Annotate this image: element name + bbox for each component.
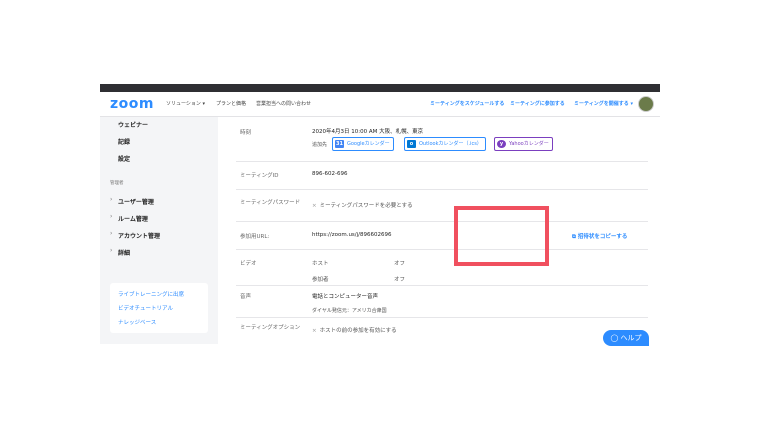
nav-join-meeting[interactable]: ミーティングに参加する: [510, 100, 565, 107]
admin-heading: 管理者: [110, 181, 124, 186]
video-participant-value: オフ: [394, 277, 406, 283]
help-links-box: ライブトレーニングに出席 ビデオチュートリアル ナレッジベース: [110, 283, 208, 333]
top-nav: zoom ソリューション ▾ プランと価格 営業担当への問い合わせ ミーティング…: [100, 92, 660, 117]
audio-value: 電話とコンピューター音声: [312, 294, 379, 300]
chat-bubble-icon: ◯: [610, 334, 621, 342]
link-knowledge-base[interactable]: ナレッジベース: [118, 318, 156, 326]
chevron-right-icon: ›: [110, 196, 113, 203]
password-label: ミーティングパスワード: [240, 200, 301, 206]
chevron-right-icon: ›: [110, 213, 113, 220]
join-url-value[interactable]: https://zoom.us/j/896602696: [312, 232, 392, 238]
sidebar-item-user-management[interactable]: ユーザー管理: [118, 197, 154, 206]
avatar[interactable]: [638, 96, 654, 112]
link-video-tutorials[interactable]: ビデオチュートリアル: [118, 304, 173, 312]
video-host-label: ホスト: [312, 261, 329, 267]
sidebar-item-account-management[interactable]: アカウント管理: [118, 231, 160, 240]
outlook-calendar-button[interactable]: o Outlookカレンダー（.ics）: [404, 137, 486, 151]
meeting-detail-panel: 時刻 2020年4月3日 10:00 AM 大阪、札幌、東京 追加先 31 Go…: [218, 117, 660, 344]
divider: [236, 285, 648, 286]
divider: [236, 161, 648, 162]
chevron-right-icon: ›: [110, 247, 113, 254]
sidebar: ウェビナー 記録 設定 管理者 › ユーザー管理 › ルーム管理 › アカウント…: [100, 117, 216, 344]
browser-frame: zoom ソリューション ▾ プランと価格 営業担当への問い合わせ ミーティング…: [100, 84, 660, 344]
nav-schedule-meeting[interactable]: ミーティングをスケジュールする: [430, 100, 504, 107]
nav-solutions[interactable]: ソリューション ▾: [166, 100, 205, 107]
sidebar-item-webinar[interactable]: ウェビナー: [118, 120, 148, 129]
help-button[interactable]: ◯ ヘルプ: [603, 330, 649, 346]
video-host-value: オフ: [394, 261, 406, 267]
video-label: ビデオ: [240, 261, 257, 267]
sidebar-item-recordings[interactable]: 記録: [118, 137, 130, 146]
nav-host-meeting[interactable]: ミーティングを開催する ▾: [574, 100, 633, 107]
time-label: 時刻: [240, 130, 252, 136]
sidebar-item-advanced[interactable]: 詳細: [118, 248, 130, 257]
google-calendar-button[interactable]: 31 Googleカレンダー: [332, 137, 394, 151]
link-live-training[interactable]: ライブトレーニングに出席: [118, 290, 184, 298]
divider: [236, 221, 648, 222]
divider: [236, 189, 648, 190]
meeting-options-value: × ホストの前の参加を有効にする: [312, 328, 397, 334]
outlook-icon: o: [407, 140, 416, 148]
top-strip: [100, 84, 660, 92]
meeting-id-value: 896-602-696: [312, 171, 348, 177]
video-participant-label: 参加者: [312, 277, 329, 283]
join-url-label: 参加用URL:: [240, 234, 270, 240]
yahoo-calendar-button[interactable]: y Yahooカレンダー: [494, 137, 553, 151]
meeting-options-label: ミーティングオプション: [240, 325, 301, 331]
sidebar-item-room-management[interactable]: ルーム管理: [118, 214, 148, 223]
yahoo-icon: y: [497, 140, 506, 148]
time-value: 2020年4月3日 10:00 AM 大阪、札幌、東京: [312, 129, 424, 135]
dash-icon: ×: [312, 328, 317, 334]
divider: [236, 317, 648, 318]
zoom-logo[interactable]: zoom: [110, 96, 154, 112]
dialin-value: ダイヤル発信元：アメリカ合衆国: [312, 308, 387, 314]
add-to-label: 追加先: [312, 142, 328, 148]
sidebar-item-settings[interactable]: 設定: [118, 154, 130, 163]
password-value: × ミーティングパスワードを必要とする: [312, 203, 413, 209]
audio-label: 音声: [240, 294, 252, 300]
google-calendar-icon: 31: [335, 140, 344, 148]
divider: [236, 249, 648, 250]
meeting-id-label: ミーティングID: [240, 173, 279, 179]
highlight-box: [454, 206, 549, 266]
chevron-right-icon: ›: [110, 230, 113, 237]
dash-icon: ×: [312, 203, 317, 209]
copy-invitation-link[interactable]: ⧉ 招待状をコピーする: [572, 232, 627, 241]
nav-plans[interactable]: プランと価格: [216, 100, 246, 107]
nav-contact-sales[interactable]: 営業担当への問い合わせ: [256, 100, 311, 107]
